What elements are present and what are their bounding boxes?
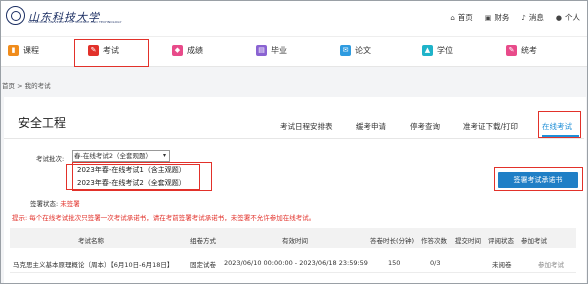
- top-link-label: 首页: [457, 13, 473, 22]
- column-header: 参加考试: [521, 237, 547, 245]
- university-logo[interactable]: 山东科技大学 SHANDONG UNIVERSITY OF SCIENCE AN…: [4, 5, 121, 27]
- nav-item-label: 统考: [521, 46, 537, 55]
- table-cell-valid-time: 2023/06/10 00:00:00 - 2023/06/18 23:59:5…: [224, 259, 368, 267]
- column-header: 作答次数: [421, 237, 447, 245]
- sign-status: 签署状态: 未签署: [30, 198, 80, 208]
- course-icon: ▮: [8, 45, 19, 56]
- top-links: ⌂ 首页 ▣ 财务 ♪ 消息 ● 个人: [450, 12, 580, 23]
- nav-item-graduation[interactable]: ▤ 毕业: [256, 45, 287, 56]
- user-icon: ●: [555, 13, 562, 22]
- nav-item-label: 论文: [355, 46, 371, 55]
- top-link-label: 财务: [494, 13, 510, 22]
- unified-exam-icon: ✎: [506, 45, 517, 56]
- column-header: 提交时间: [455, 237, 481, 245]
- finance-icon: ▣: [484, 13, 492, 22]
- university-seal-icon: [6, 6, 25, 25]
- table-cell-method: 固定试卷: [190, 261, 216, 269]
- top-link-profile[interactable]: ● 个人: [556, 12, 580, 23]
- table-cell-name: 马克思主义基本原理概论（周本）【6月10日-6月18日】: [13, 261, 174, 269]
- tab-admission-ticket[interactable]: 准考证下载/打印: [463, 121, 518, 132]
- nav-item-label: 毕业: [271, 46, 287, 55]
- sign-button-highlight: [494, 167, 583, 191]
- page-title: 安全工程: [18, 116, 67, 130]
- top-link-label: 个人: [565, 13, 580, 22]
- column-header: 答卷时长(分钟): [370, 237, 415, 245]
- tab-divider: [4, 138, 584, 139]
- column-header: 组卷方式: [190, 237, 216, 245]
- tab-suspension-query[interactable]: 停考查询: [410, 121, 440, 132]
- nav-item-course[interactable]: ▮ 课程: [8, 45, 39, 56]
- nav-item-label: 学位: [437, 46, 453, 55]
- thesis-icon: ✉: [340, 45, 351, 56]
- tab-exam-schedule[interactable]: 考试日程安排表: [280, 121, 333, 132]
- top-link-finance[interactable]: ▣ 财务: [485, 12, 510, 23]
- notice-tip: 提示: 每个在线考试批次只签署一次考试承诺书，请在考前签署考试承诺书，未签署不允…: [12, 214, 316, 222]
- batch-select[interactable]: 春-在线考试2（全套观题） ▾: [72, 150, 170, 162]
- chevron-down-icon: ▾: [162, 152, 166, 159]
- nav-item-unified-exam[interactable]: ✎ 统考: [506, 45, 537, 56]
- batch-options-highlight: [66, 164, 200, 190]
- exam-nav-highlight: [74, 39, 149, 67]
- column-header: 有效时间: [282, 237, 308, 245]
- tab-deferral-request[interactable]: 缓考申请: [356, 121, 386, 132]
- logo-subtitle: SHANDONG UNIVERSITY OF SCIENCE AND TECHN…: [28, 20, 122, 24]
- sign-status-label: 签署状态:: [30, 200, 59, 208]
- table-cell-attempts: 0/3: [430, 259, 441, 267]
- column-header: 评阅状态: [488, 237, 514, 245]
- sign-status-value: 未签署: [60, 200, 80, 208]
- online-exam-tab-highlight: [538, 111, 581, 138]
- nav-item-thesis[interactable]: ✉ 论文: [340, 45, 371, 56]
- batch-label: 考试批次:: [36, 155, 65, 163]
- nav-item-grade[interactable]: ◆ 成绩: [172, 45, 203, 56]
- home-icon: ⌂: [450, 13, 455, 22]
- table-cell-review-status: 未阅卷: [492, 261, 512, 269]
- table-cell-duration: 150: [388, 259, 401, 267]
- top-header: 山东科技大学 SHANDONG UNIVERSITY OF SCIENCE AN…: [0, 0, 588, 36]
- top-link-messages[interactable]: ♪ 消息: [521, 12, 543, 23]
- join-exam-link[interactable]: 参加考试: [538, 259, 564, 269]
- degree-icon: ▲: [422, 45, 433, 56]
- nav-item-label: 课程: [23, 46, 39, 55]
- graduation-icon: ▤: [256, 45, 267, 56]
- batch-select-value: 春-在线考试2（全套观题）: [74, 152, 152, 160]
- grade-icon: ◆: [172, 45, 183, 56]
- nav-item-degree[interactable]: ▲ 学位: [422, 45, 453, 56]
- top-link-home[interactable]: ⌂ 首页: [450, 12, 472, 23]
- nav-item-label: 成绩: [187, 46, 203, 55]
- row-divider: [10, 272, 576, 273]
- top-link-label: 消息: [528, 13, 544, 22]
- breadcrumb: 首页 > 我的考试: [2, 82, 51, 90]
- bell-icon: ♪: [521, 13, 526, 22]
- column-header: 考试名称: [78, 237, 104, 245]
